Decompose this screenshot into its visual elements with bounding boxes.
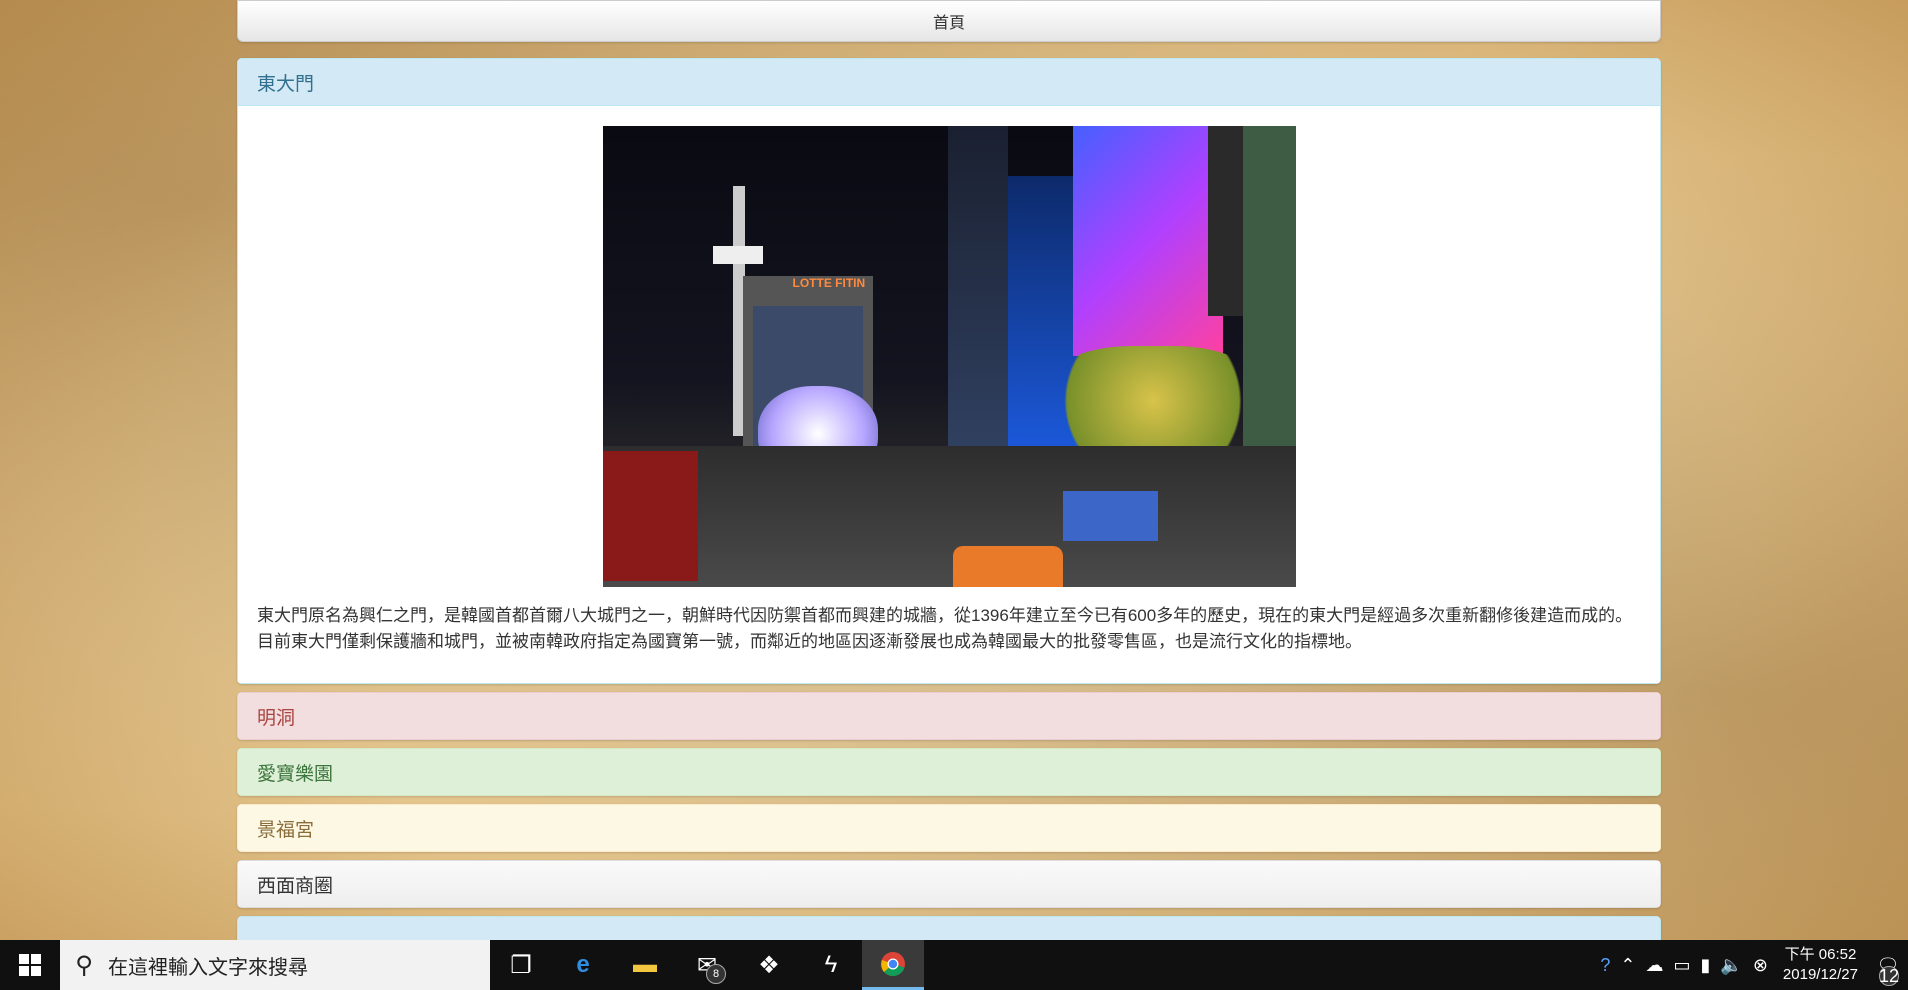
panel-myeongdong: 明洞 — [237, 692, 1661, 740]
panel-seomyeon: 西面商圈 — [237, 860, 1661, 908]
trees — [1042, 346, 1263, 456]
taskbar: ⚲ 在這裡輸入文字來搜尋 ❐ e ▬ ✉ 8 ❖ ϟ ? ⌃ ☁ ▭ ▮ 🔈 ⊗… — [0, 940, 1908, 990]
mail-badge: 8 — [706, 964, 726, 984]
chrome-button[interactable] — [862, 940, 924, 990]
taxi — [952, 546, 1063, 587]
help-icon[interactable]: ? — [1600, 955, 1610, 976]
dongdaemun-photo: LOTTE FITIN — [602, 126, 1296, 587]
start-button[interactable] — [0, 940, 60, 990]
panel-dongdaemun: 東大門 LOTTE FITIN 東大門原名為興仁之門，是韓國首都首爾八大城門之一… — [237, 58, 1661, 684]
battery-icon[interactable]: ▮ — [1701, 955, 1711, 976]
purple-building — [1072, 126, 1223, 356]
cloud-icon[interactable]: ☁ — [1645, 955, 1663, 976]
red-bus — [602, 451, 698, 581]
dropbox-button[interactable]: ❖ — [738, 940, 800, 990]
panel-heading-seomyeon[interactable]: 西面商圈 — [237, 860, 1661, 908]
panel-heading-myeongdong[interactable]: 明洞 — [237, 692, 1661, 740]
lightning-icon: ϟ — [824, 951, 838, 978]
system-tray: ? ⌃ ☁ ▭ ▮ 🔈 ⊗ 下午 06:52 2019/12/27 🗨 12 — [1595, 940, 1908, 990]
search-icon: ⚲ — [75, 951, 93, 979]
clock[interactable]: 下午 06:52 2019/12/27 — [1783, 945, 1858, 985]
search-placeholder: 在這裡輸入文字來搜尋 — [108, 956, 308, 979]
panel-heading-dongdaemun[interactable]: 東大門 — [237, 58, 1661, 106]
action-center-button[interactable]: 🗨 12 — [1868, 940, 1908, 990]
panel-title: 西面商圈 — [257, 875, 334, 897]
taskbar-search-box[interactable]: ⚲ 在這裡輸入文字來搜尋 — [60, 940, 490, 990]
panel-title: 愛寶樂園 — [257, 763, 334, 785]
panel-everland: 愛寶樂園 — [237, 748, 1661, 796]
page-content: 首頁 東大門 LOTTE FITIN 東大門原名為興仁之門，是韓國首都首爾八大城… — [237, 0, 1661, 964]
tall-glass-tower — [947, 126, 1008, 446]
blue-bus — [1062, 491, 1158, 541]
panel-heading-everland[interactable]: 愛寶樂園 — [237, 748, 1661, 796]
home-button[interactable]: 首頁 — [237, 0, 1661, 42]
panel-heading-gyeongbokgung[interactable]: 景福宮 — [237, 804, 1661, 852]
panel-title: 景福宮 — [257, 819, 315, 841]
panel-title: 東大門 — [257, 73, 315, 95]
windows-icon — [19, 954, 41, 976]
network-icon[interactable]: ▭ — [1673, 955, 1690, 976]
chrome-icon — [881, 951, 905, 976]
app-button[interactable]: ϟ — [800, 940, 862, 990]
mail-button[interactable]: ✉ 8 — [676, 940, 738, 990]
edge-icon: e — [576, 951, 590, 978]
folder-icon: ▬ — [633, 951, 657, 978]
street — [602, 446, 1296, 587]
home-button-label: 首頁 — [932, 15, 965, 32]
lotte-sign: LOTTE FITIN — [792, 276, 866, 290]
panel-title: 明洞 — [257, 707, 296, 729]
clock-time: 下午 06:52 — [1784, 946, 1857, 963]
panel-body: LOTTE FITIN 東大門原名為興仁之門，是韓國首都首爾八大城門之一，朝鮮時… — [237, 106, 1661, 684]
task-view-button[interactable]: ❐ — [490, 940, 552, 990]
file-explorer-button[interactable]: ▬ — [614, 940, 676, 990]
panel-description: 東大門原名為興仁之門，是韓國首都首爾八大城門之一，朝鮮時代因防禦首都而興建的城牆… — [257, 606, 1633, 651]
panel-gyeongbokgung: 景福宮 — [237, 804, 1661, 852]
close-circle-icon[interactable]: ⊗ — [1753, 955, 1768, 976]
volume-icon[interactable]: 🔈 — [1720, 955, 1742, 976]
notification-count: 12 — [1878, 965, 1900, 986]
edge-button[interactable]: e — [552, 940, 614, 990]
task-view-icon: ❐ — [510, 951, 532, 979]
tower-top — [712, 246, 763, 264]
dropbox-icon: ❖ — [758, 951, 780, 979]
chevron-up-icon[interactable]: ⌃ — [1620, 955, 1635, 976]
clock-date: 2019/12/27 — [1782, 966, 1858, 983]
